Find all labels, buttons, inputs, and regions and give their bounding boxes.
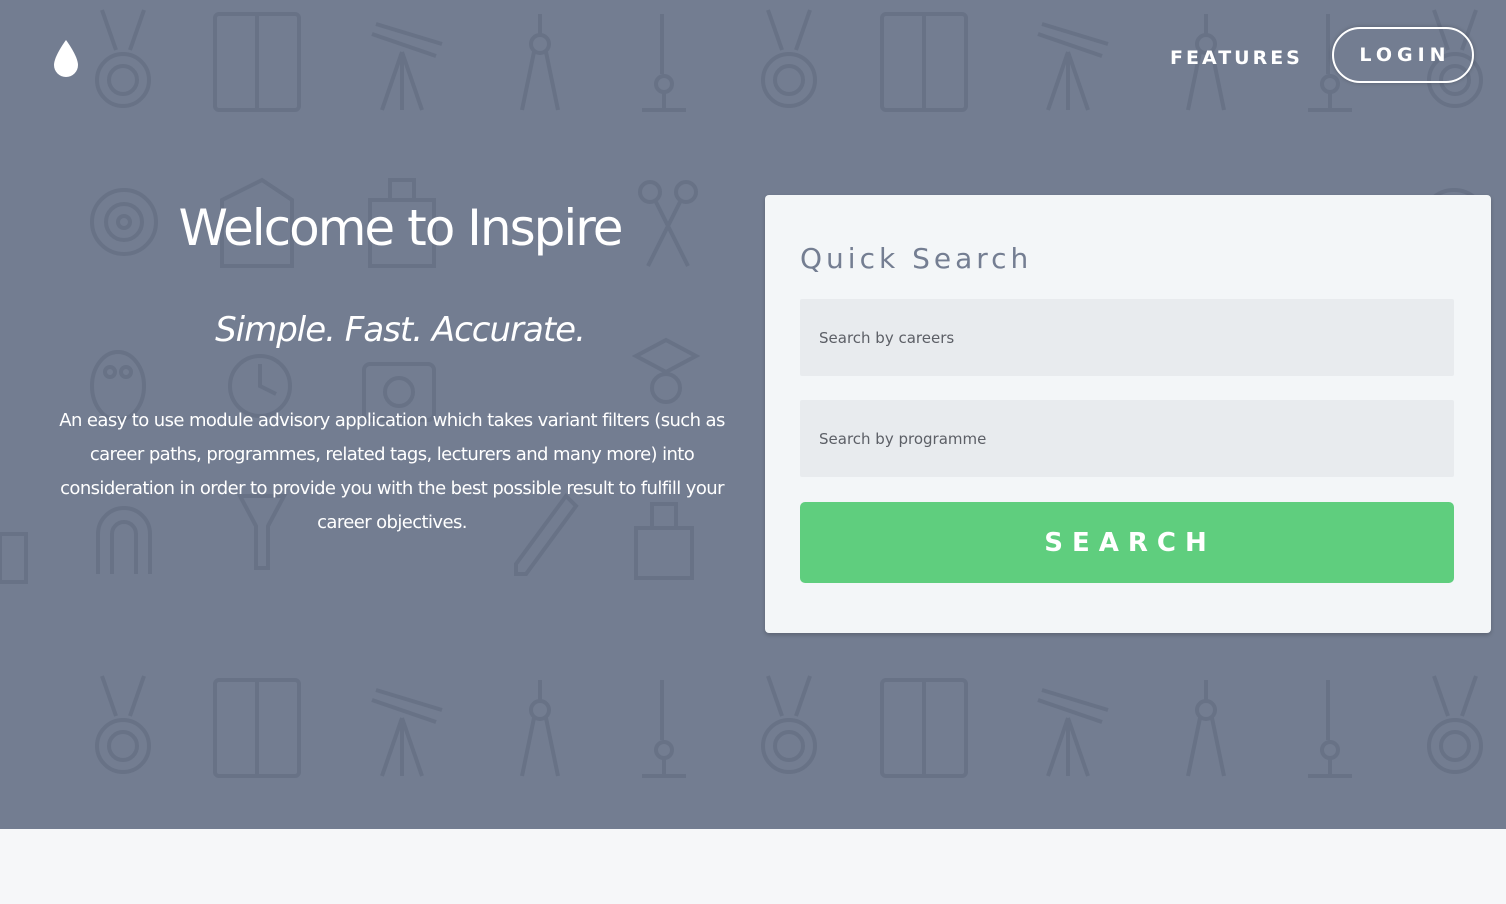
book-icon <box>880 12 968 112</box>
medal-icon <box>761 675 817 774</box>
telescope-icon <box>371 688 443 777</box>
hero-tagline: Simple. Fast. Accurate. <box>215 310 586 350</box>
medal-icon <box>95 9 151 108</box>
hero-title: Welcome to Inspire <box>178 199 623 257</box>
medal-icon <box>1427 675 1483 774</box>
medal-icon <box>761 9 817 108</box>
compass-icon <box>520 14 560 111</box>
building-icon <box>0 532 28 584</box>
medal-icon <box>95 675 151 774</box>
telescope-icon <box>1037 22 1109 111</box>
search-careers-input[interactable] <box>800 299 1454 376</box>
book-icon <box>213 12 301 112</box>
compass-icon <box>1186 680 1226 777</box>
hero-description: An easy to use module advisory applicati… <box>59 410 725 533</box>
nav-features-link[interactable]: FEATURES <box>1170 44 1303 72</box>
microscope-icon <box>642 680 686 778</box>
login-button[interactable]: LOGIN <box>1332 27 1474 83</box>
microscope-icon <box>1308 680 1352 778</box>
book-icon <box>213 678 301 778</box>
search-programme-input[interactable] <box>800 400 1454 477</box>
telescope-icon <box>1037 688 1109 777</box>
hero-section: FEATURES LOGIN Welcome to Inspire Simple… <box>0 0 1506 829</box>
microscope-icon <box>642 14 686 112</box>
book-icon <box>880 678 968 778</box>
search-button[interactable]: SEARCH <box>800 502 1454 583</box>
telescope-icon <box>371 22 443 111</box>
quick-search-title: Quick Search <box>800 242 1033 275</box>
compass-icon <box>520 680 560 777</box>
water-drop-icon[interactable] <box>50 38 82 80</box>
quick-search-card: Quick Search SEARCH <box>765 195 1491 633</box>
